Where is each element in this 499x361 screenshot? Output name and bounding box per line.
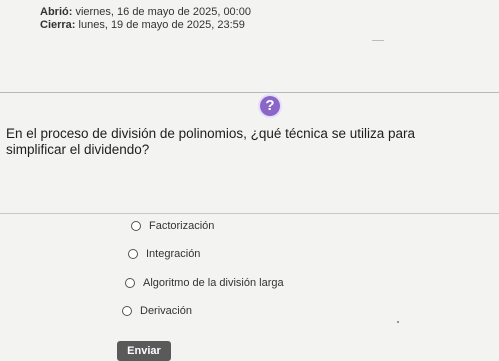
- radio-button[interactable]: [131, 221, 141, 231]
- help-icon: ?: [260, 96, 280, 116]
- radio-button[interactable]: [122, 306, 132, 316]
- decorative-mark: [372, 40, 384, 41]
- option-label: Algoritmo de la división larga: [143, 277, 284, 289]
- radio-button[interactable]: [125, 278, 135, 288]
- option-derivacion[interactable]: Derivación: [122, 305, 192, 317]
- question-text: En el proceso de división de polinomios,…: [6, 126, 415, 157]
- opened-label: Abrió:: [40, 6, 73, 18]
- option-label: Derivación: [140, 305, 192, 317]
- decorative-dot: [397, 321, 399, 323]
- opened-value: viernes, 16 de mayo de 2025, 00:00: [75, 6, 251, 18]
- closes-value: lunes, 19 de mayo de 2025, 23:59: [78, 19, 245, 31]
- closes-label: Cierra:: [40, 19, 76, 31]
- option-factorizacion[interactable]: Factorización: [131, 220, 214, 232]
- submit-button[interactable]: Enviar: [117, 341, 171, 361]
- opened-date: Abrió: viernes, 16 de mayo de 2025, 00:0…: [40, 6, 251, 18]
- option-label: Integración: [146, 248, 201, 260]
- radio-button[interactable]: [128, 249, 138, 259]
- option-integracion[interactable]: Integración: [128, 248, 200, 260]
- option-division-larga[interactable]: Algoritmo de la división larga: [125, 277, 284, 289]
- option-label: Factorización: [149, 220, 215, 232]
- closes-date: Cierra: lunes, 19 de mayo de 2025, 23:59: [40, 19, 245, 31]
- divider-top: [0, 92, 499, 93]
- divider-bottom: [0, 213, 499, 214]
